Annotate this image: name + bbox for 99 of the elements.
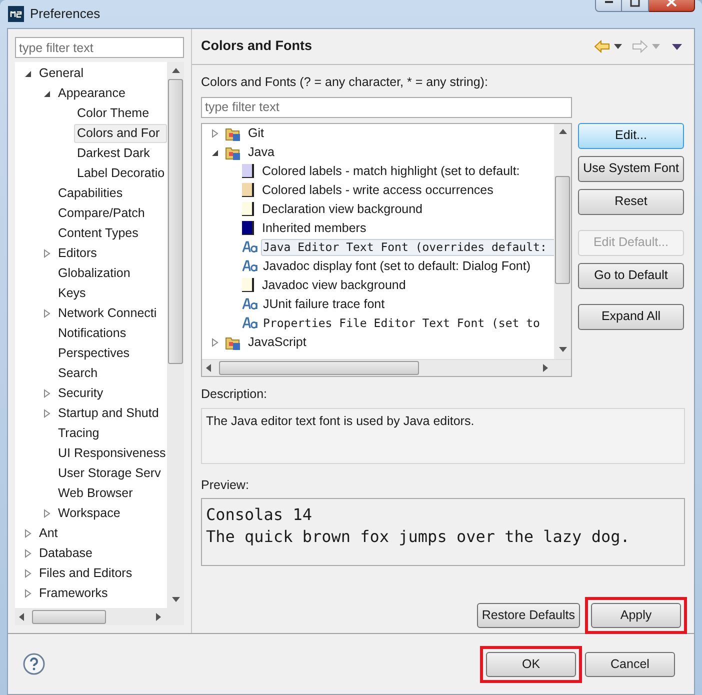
tree-item[interactable]: Javadoc view background [260, 276, 408, 294]
tree-item[interactable]: Capabilities [55, 182, 126, 204]
font-icon [242, 260, 258, 272]
dialog-button[interactable]: OK [486, 652, 576, 676]
tree-item[interactable]: JUnit failure trace font [261, 296, 387, 313]
font-icon [242, 241, 258, 254]
tree-item[interactable]: Label Decoratio [74, 162, 167, 184]
view-menu-icon[interactable] [672, 44, 682, 50]
tree-item[interactable]: UI Responsiveness [55, 442, 167, 464]
tree-item[interactable]: Color Theme [74, 102, 152, 124]
tree-item[interactable]: Inherited members [260, 220, 368, 237]
tree-item[interactable]: General [36, 62, 86, 84]
tree-item[interactable]: Declaration view background [260, 200, 425, 218]
tree-item[interactable]: Colors and For [74, 124, 167, 142]
horizontal-scrollbar[interactable] [15, 608, 184, 625]
horizontal-scrollbar[interactable] [202, 358, 571, 376]
tree-item[interactable]: Globalization [55, 262, 134, 284]
maximize-icon [630, 0, 640, 6]
filter-field[interactable]: type filter text [15, 37, 184, 58]
expand-arrow-icon[interactable] [211, 338, 219, 347]
expand-arrow-icon[interactable] [24, 528, 32, 538]
expand-arrow-icon[interactable] [43, 408, 51, 418]
scroll-arrow-icon[interactable] [172, 596, 180, 604]
scrollbar[interactable] [167, 62, 184, 608]
filter-label: Colors and Fonts (? = any character, * = any string): [201, 74, 489, 91]
tree-item[interactable]: Startup and Shutd [55, 402, 162, 424]
tree-item[interactable]: Compare/Patch [55, 202, 148, 224]
font-icon [242, 317, 258, 330]
collapse-arrow-icon[interactable] [211, 148, 219, 157]
tree-item[interactable]: Keys [55, 282, 89, 304]
tree-item[interactable]: Git [246, 124, 266, 142]
tree-item[interactable]: Perspectives [55, 342, 133, 364]
font-icon [242, 298, 258, 310]
side-button[interactable]: Edit... [578, 122, 684, 149]
window-title: Preferences [30, 5, 100, 24]
tree-item[interactable]: Notifications [55, 322, 130, 344]
description-text: The Java editor text font is used by Java editors. [206, 414, 474, 428]
dialog-button[interactable]: Restore Defaults [476, 603, 580, 628]
app-logo-icon [8, 6, 24, 22]
tree-item[interactable]: Search [55, 362, 101, 384]
expand-arrow-icon[interactable] [24, 588, 32, 598]
scroll-arrow-icon[interactable] [155, 612, 163, 620]
preview-text: The quick brown fox jumps over the lazy dog. [206, 526, 631, 548]
folder-icon [225, 126, 241, 141]
preview-text: Consolas 14 [206, 504, 313, 526]
tree-item[interactable]: Appearance [55, 82, 128, 104]
side-button[interactable]: Go to Default [578, 262, 684, 289]
tree-item[interactable]: Network Connecti [55, 302, 160, 324]
tree-item[interactable]: Security [55, 382, 106, 404]
tree-item[interactable]: Darkest Dark [74, 142, 153, 164]
tree-item[interactable]: Frameworks [36, 582, 111, 604]
tree-item[interactable]: Web Browser [55, 482, 136, 504]
tree-item[interactable]: Java Editor Text Font (overrides default: [261, 238, 554, 256]
dialog-button[interactable]: Cancel [585, 652, 675, 676]
tree-item[interactable]: Colored labels - match highlight (set to default: [260, 162, 522, 180]
tree-item[interactable]: JavaScript [246, 334, 308, 351]
expand-arrow-icon[interactable] [43, 388, 51, 398]
scroll-arrow-icon[interactable] [18, 612, 26, 620]
tree-item[interactable]: Workspace [55, 502, 124, 524]
tree-item[interactable]: User Storage Serv [55, 462, 164, 484]
collapse-arrow-icon[interactable] [43, 88, 51, 98]
dialog-button[interactable]: Apply [591, 603, 681, 628]
scroll-arrow-icon[interactable] [558, 346, 566, 354]
tree-item[interactable]: Editors [55, 242, 100, 264]
expand-arrow-icon[interactable] [43, 308, 51, 318]
tree-item[interactable]: Files and Editors [36, 562, 136, 584]
folder-icon [225, 144, 241, 160]
expand-arrow-icon[interactable] [24, 548, 32, 558]
side-button[interactable]: Reset [578, 188, 684, 215]
scroll-arrow-icon[interactable] [558, 128, 566, 136]
tree-item[interactable]: Colored labels - write access occurrences [260, 182, 496, 199]
tree-item[interactable]: Properties File Editor Text Font (set to [261, 314, 542, 332]
close-icon [666, 0, 677, 7]
description-label: Description: [201, 386, 268, 403]
dropdown-icon[interactable] [614, 44, 622, 49]
expand-arrow-icon[interactable] [24, 568, 32, 578]
forward-icon[interactable] [632, 40, 648, 53]
folder-icon [225, 334, 241, 350]
minimize-icon [604, 0, 614, 4]
tree-item[interactable]: Tracing [55, 422, 102, 444]
scroll-arrow-icon[interactable] [172, 66, 180, 74]
tree-item[interactable]: Javadoc display font (set to default: Dialog Font) [261, 258, 533, 275]
preview-label: Preview: [201, 476, 250, 494]
tree-item[interactable]: Ant [36, 522, 61, 544]
tree-item[interactable]: Database [36, 542, 96, 564]
page-title: Colors and Fonts [201, 37, 312, 56]
expand-arrow-icon[interactable] [43, 248, 51, 258]
expand-arrow-icon[interactable] [43, 508, 51, 518]
help-icon[interactable] [23, 653, 45, 675]
scroll-arrow-icon[interactable] [542, 364, 550, 372]
collapse-arrow-icon[interactable] [24, 68, 32, 78]
expand-arrow-icon[interactable] [211, 128, 219, 138]
scroll-arrow-icon[interactable] [205, 364, 213, 372]
scrollbar[interactable] [554, 124, 571, 359]
side-button[interactable]: Expand All [578, 304, 684, 330]
tree-item[interactable]: Java [246, 144, 276, 161]
tree-item[interactable]: Content Types [55, 222, 142, 244]
side-button[interactable]: Use System Font [578, 156, 684, 182]
filter-field[interactable]: type filter text [201, 96, 572, 118]
